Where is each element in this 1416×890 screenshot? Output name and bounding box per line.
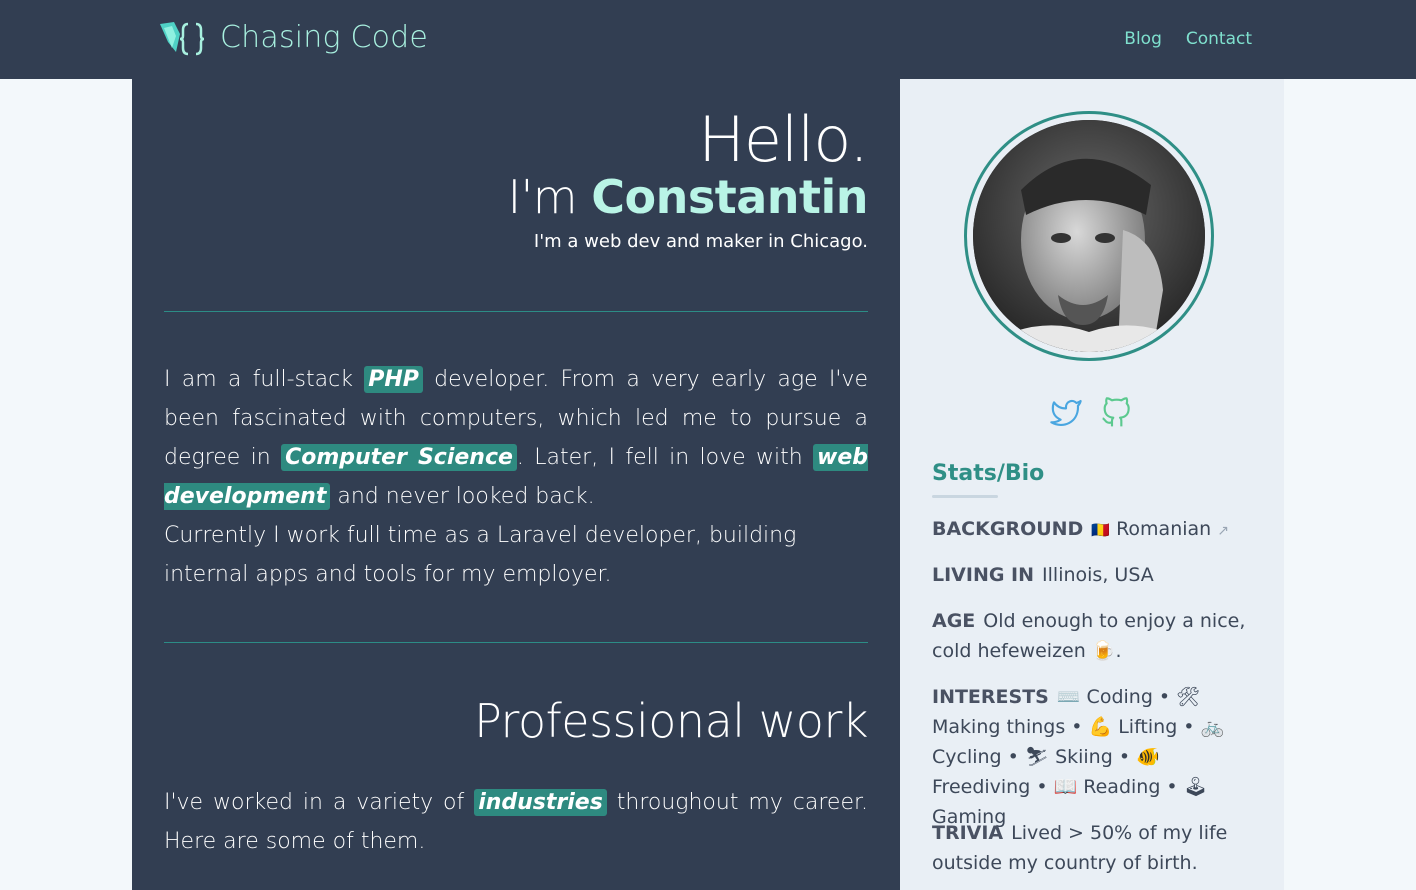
hero-intro: I'm Constantin — [508, 174, 869, 220]
highlight-php: PHP — [364, 366, 423, 393]
stats-heading-underline — [932, 495, 998, 498]
about-text: I am a full-stack — [164, 367, 365, 392]
nav-link-blog[interactable]: Blog — [1124, 29, 1162, 49]
main-nav: Blog Contact — [1124, 29, 1252, 49]
nav-link-contact[interactable]: Contact — [1186, 29, 1252, 49]
stat-label: BACKGROUND — [932, 518, 1084, 540]
about-text: . Later, I fell in love with — [516, 445, 814, 470]
section-heading-professional-work: Professional work — [474, 694, 868, 748]
stat-trivia: TRIVIA Lived > 50% of my life outside my … — [932, 818, 1252, 878]
external-link-icon[interactable]: ↗ — [1217, 523, 1229, 539]
section-divider — [164, 642, 868, 643]
about-text: and never looked back. — [330, 484, 595, 509]
romania-flag-icon: 🇷🇴 — [1091, 521, 1111, 539]
stat-value: Old enough to enjoy a nice, cold hefewei… — [932, 610, 1246, 662]
stat-label: LIVING IN — [932, 564, 1035, 586]
highlight-computer-science: Computer Science — [281, 444, 517, 471]
stat-label: AGE — [932, 610, 976, 632]
work-text: I've worked in a variety of — [164, 790, 475, 815]
highlight-industries: industries — [474, 789, 607, 816]
main-content: Hello. I'm Constantin I'm a web dev and … — [132, 79, 900, 890]
social-links — [1050, 397, 1132, 429]
page-gutter — [1284, 79, 1416, 890]
github-icon[interactable] — [1100, 397, 1132, 429]
hero-tagline: I'm a web dev and maker in Chicago. — [533, 231, 868, 252]
hero-name: Constantin — [591, 170, 868, 224]
twitter-icon[interactable] — [1050, 397, 1082, 429]
stats-heading: Stats/Bio — [932, 461, 1045, 486]
stat-background: BACKGROUND 🇷🇴 Romanian ↗ — [932, 514, 1252, 546]
stat-label: INTERESTS — [932, 686, 1049, 708]
stat-value[interactable]: Romanian — [1116, 518, 1211, 540]
work-paragraph: I've worked in a variety of industries t… — [164, 783, 868, 861]
about-paragraph-2: Currently I work full time as a Laravel … — [164, 523, 797, 587]
stat-label: TRIVIA — [932, 822, 1004, 844]
stat-living: LIVING IN Illinois, USA — [932, 560, 1252, 590]
hero-greeting: Hello. — [698, 103, 869, 176]
hero-im-prefix: I'm — [507, 170, 592, 224]
sidebar: Stats/Bio BACKGROUND 🇷🇴 Romanian ↗ LIVING… — [900, 79, 1284, 890]
stat-age: AGE Old enough to enjoy a nice, cold hefe… — [932, 606, 1252, 666]
avatar — [973, 120, 1205, 352]
section-divider — [164, 311, 868, 312]
top-navbar: Chasing Code Blog Contact — [0, 0, 1416, 79]
avatar-photo-icon — [973, 120, 1205, 352]
avatar-frame — [964, 111, 1214, 361]
stat-interests: INTERESTS ⌨️ Coding • 🛠 Making things • 💪… — [932, 682, 1252, 832]
brand-logo-icon[interactable] — [158, 20, 206, 58]
stat-value: Illinois, USA — [1042, 564, 1154, 586]
brand-name[interactable]: Chasing Code — [220, 20, 428, 55]
about-paragraph: I am a full-stack PHP developer. From a … — [164, 360, 869, 516]
